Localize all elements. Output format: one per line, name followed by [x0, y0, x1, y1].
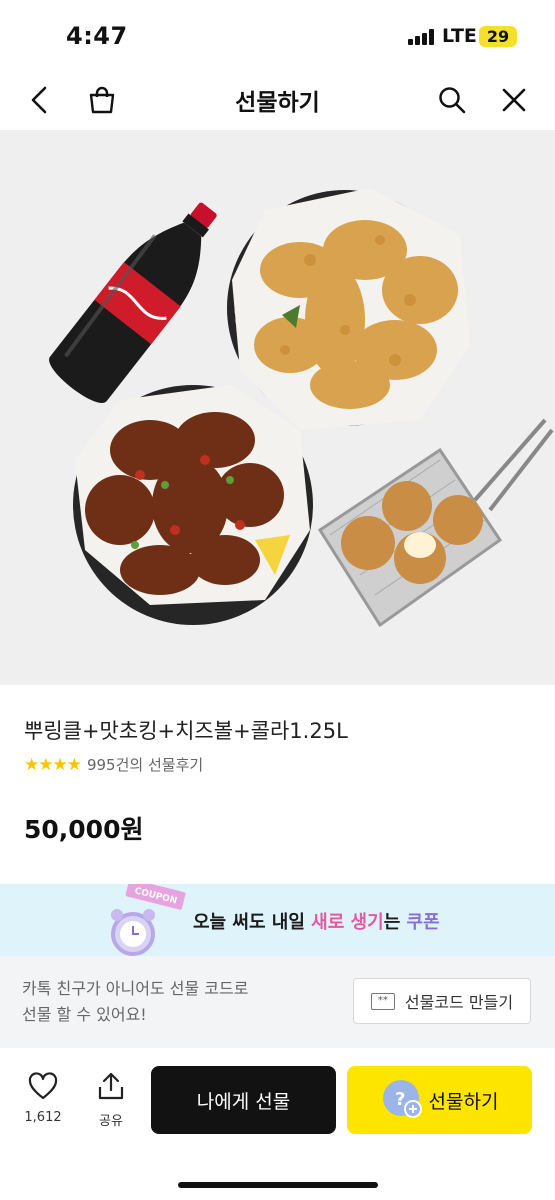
- share-icon: [98, 1072, 124, 1100]
- product-name: 뿌링클+맛초킹+치즈볼+콜라1.25L: [24, 719, 348, 743]
- status-bar: 4:47 LTE 29: [0, 0, 555, 70]
- gift-to-self-label: 나에게 선물: [196, 1090, 291, 1113]
- svg-text:?: ?: [395, 1089, 405, 1110]
- gift-code-desc-line1: 카톡 친구가 아니어도 선물 코드로: [22, 979, 249, 998]
- home-indicator[interactable]: [178, 1182, 378, 1188]
- send-gift-label: 선물하기: [428, 1090, 499, 1113]
- make-gift-code-button[interactable]: ** 선물코드 만들기: [353, 978, 531, 1024]
- cola-bottle-image: [49, 202, 217, 403]
- bottom-action-bar: 1,612 공유 나에게 선물 ? 선물하기: [0, 1048, 555, 1200]
- friend-avatar-icon: ?: [382, 1080, 422, 1118]
- battery-level: 29: [479, 26, 517, 47]
- coupon-text-highlight2: 쿠폰: [406, 912, 440, 933]
- share-button[interactable]: 공유: [81, 1072, 141, 1129]
- coupon-text: 오늘 써도 내일 새로 생기는 쿠폰: [193, 908, 440, 934]
- gift-code-description: 카톡 친구가 아니어도 선물 코드로 선물 할 수 있어요!: [22, 976, 292, 1028]
- product-photo: [49, 188, 554, 628]
- rating-stars: ★★★★: [24, 754, 82, 775]
- product-image[interactable]: [0, 130, 555, 685]
- cheese-balls-image: [317, 418, 554, 628]
- like-count: 1,612: [24, 1110, 62, 1125]
- send-gift-button[interactable]: ? 선물하기: [347, 1066, 532, 1134]
- review-count: 995건의 선물후기: [86, 756, 204, 774]
- signal-icon: [408, 29, 436, 45]
- share-label: 공유: [99, 1114, 123, 1129]
- coupon-text-mid: 는: [383, 912, 407, 933]
- coupon-text-highlight: 새로 생기: [311, 912, 384, 933]
- heart-icon: [28, 1072, 58, 1100]
- fried-chicken-image: [227, 188, 470, 430]
- make-gift-code-label: 선물코드 만들기: [404, 993, 514, 1012]
- status-time: 4:47: [66, 22, 128, 50]
- like-button[interactable]: 1,612: [13, 1072, 73, 1125]
- search-button[interactable]: [430, 78, 474, 122]
- nav-bar: 선물하기: [0, 70, 555, 130]
- coupon-banner[interactable]: COUPON 오늘 써도 내일 새로 생기는 쿠폰: [0, 884, 555, 956]
- network-type: LTE: [442, 25, 477, 47]
- close-icon: [502, 88, 526, 112]
- gift-code-icon: **: [370, 992, 395, 1010]
- gift-code-desc-line2: 선물 할 수 있어요!: [22, 1005, 147, 1024]
- product-rating[interactable]: ★★★★ 995건의 선물후기: [24, 754, 203, 775]
- coupon-text-prefix: 오늘 써도 내일: [193, 912, 312, 933]
- gift-to-self-button[interactable]: 나에게 선물: [151, 1066, 336, 1134]
- close-button[interactable]: [492, 78, 536, 122]
- gift-code-section: 카톡 친구가 아니어도 선물 코드로 선물 할 수 있어요! ** 선물코드 만…: [0, 956, 555, 1048]
- coupon-clock-icon: COUPON: [111, 884, 186, 956]
- product-price: 50,000원: [24, 815, 144, 844]
- seasoned-chicken-image: [73, 385, 313, 625]
- search-icon: [439, 87, 466, 114]
